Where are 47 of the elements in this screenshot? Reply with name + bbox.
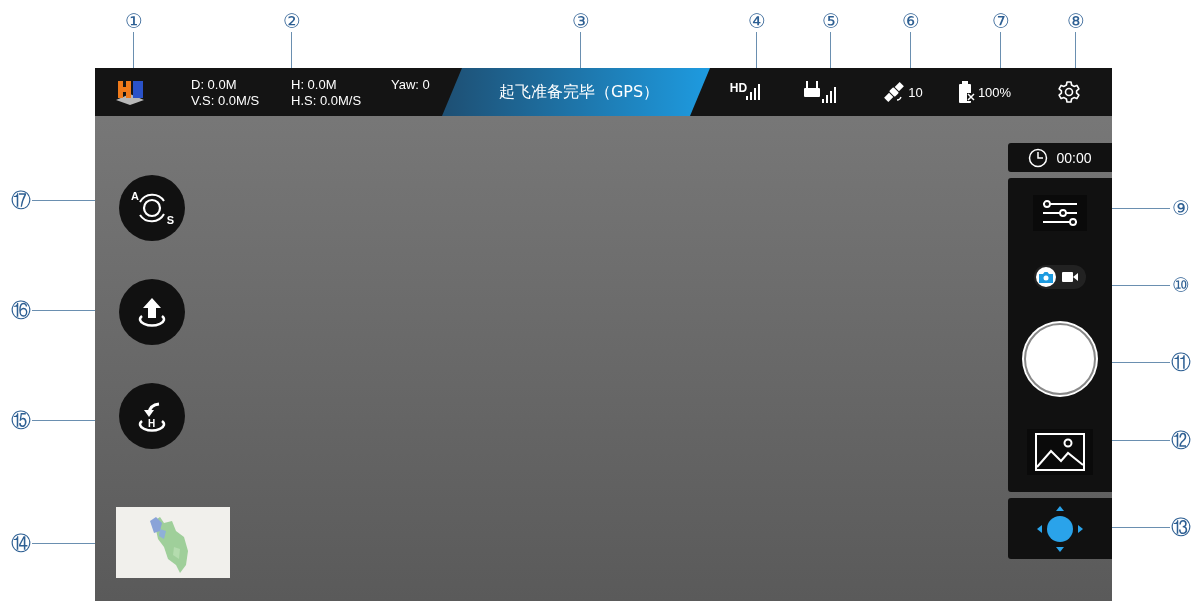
- settings-icon[interactable]: [1057, 80, 1081, 104]
- battery-level: 100%: [977, 84, 1012, 100]
- callout-number: ⑰: [10, 189, 32, 211]
- leader-line: [32, 543, 95, 544]
- leader-line: [1112, 362, 1170, 363]
- camera-settings-button[interactable]: [1033, 195, 1087, 231]
- return-home-button[interactable]: H: [119, 383, 185, 449]
- gallery-button[interactable]: [1027, 429, 1093, 475]
- signal-icon: [746, 84, 761, 100]
- leader-line: [1000, 32, 1001, 68]
- callout-number: ⑬: [1170, 516, 1192, 538]
- callout-number: ⑯: [10, 299, 32, 321]
- leader-line: [580, 32, 581, 68]
- telemetry-value: D: 0.0M: [191, 76, 238, 92]
- leader-line: [32, 420, 95, 421]
- remote-signal-icon: [804, 81, 838, 103]
- leader-line: [32, 310, 95, 311]
- battery-icon: [958, 81, 975, 103]
- leader-line: [756, 32, 757, 68]
- telemetry-value: Yaw: 0: [391, 76, 431, 92]
- callout-number: ⑪: [1170, 351, 1192, 373]
- clock-icon: [1028, 147, 1049, 168]
- telemetry-value: V.S: 0.0M/S: [191, 92, 261, 108]
- callout-number: ⑮: [10, 409, 32, 431]
- leader-line: [910, 32, 911, 68]
- video-link-label: HD: [729, 81, 748, 95]
- leader-line: [1112, 208, 1170, 209]
- leader-line: [133, 32, 134, 68]
- satellite-count: 10: [908, 84, 923, 100]
- shutter-button[interactable]: [1024, 323, 1096, 395]
- telemetry-value: H.S: 0.0M/S: [291, 92, 363, 108]
- leader-line: [32, 200, 95, 201]
- leader-line: [1112, 285, 1170, 286]
- telemetry-value: H: 0.0M: [291, 76, 338, 92]
- logo-icon: [114, 78, 146, 106]
- leader-line: [291, 32, 292, 68]
- callout-number: ⑫: [1170, 429, 1192, 451]
- leader-line: [1112, 440, 1170, 441]
- leader-line: [830, 32, 831, 68]
- flight-mode-button[interactable]: A S: [119, 175, 185, 241]
- satellite-icon: [883, 81, 906, 103]
- timer-value: 00:00: [1056, 149, 1092, 166]
- leader-line: [1112, 527, 1170, 528]
- photo-mode-icon[interactable]: [1036, 267, 1056, 287]
- leader-line: [1075, 32, 1076, 68]
- callout-number: ⑭: [10, 532, 32, 554]
- status-message: 起飞准备完毕（GPS）: [442, 68, 710, 116]
